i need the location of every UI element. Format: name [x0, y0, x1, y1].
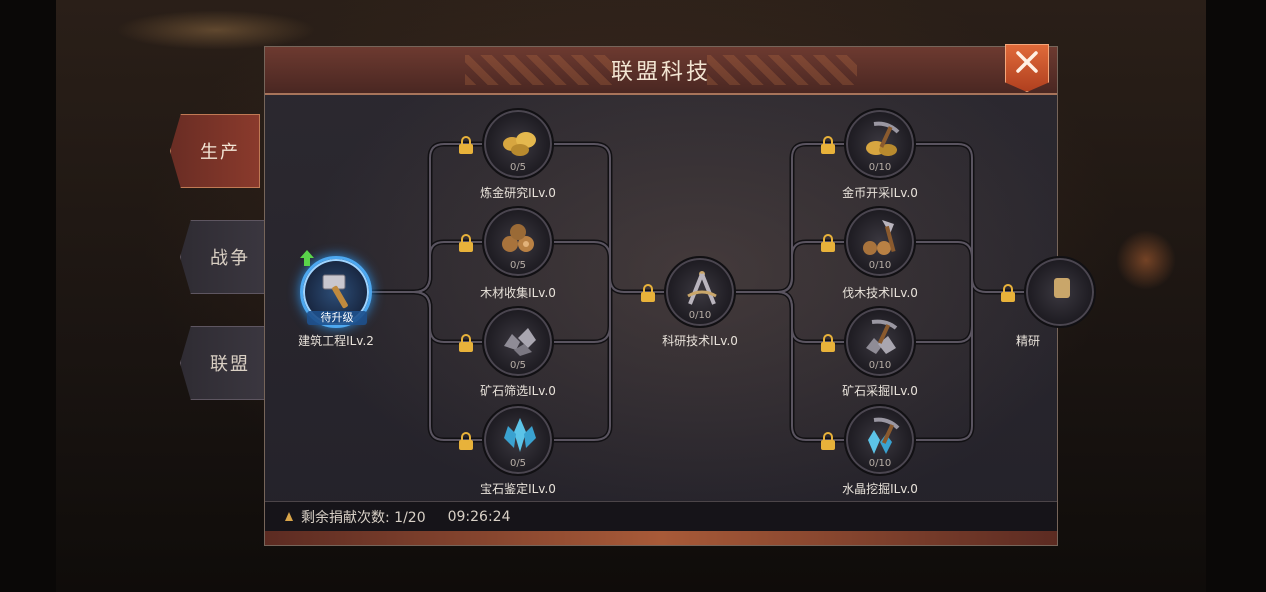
tech-label-construction: 建筑工程ⅠLv.2	[298, 334, 374, 348]
tech-label-crystal-mining: 水晶挖掘ⅠLv.0	[842, 482, 918, 496]
tech-node-ore-mining[interactable]: 0/10	[844, 306, 916, 378]
tech-node-ore-sifting[interactable]: 0/5	[482, 306, 554, 378]
upgrade-arrow-icon	[300, 250, 314, 266]
tech-progress-research: 0/10	[688, 310, 712, 321]
tech-label-alchemy: 炼金研究ⅠLv.0	[480, 186, 556, 200]
partial-tech-icon	[1054, 278, 1070, 298]
lock-icon	[459, 234, 473, 252]
tech-label-gold-mining: 金币开采ⅠLv.0	[842, 186, 918, 200]
tech-progress-gold-mining: 0/10	[868, 162, 892, 173]
tech-node-alchemy[interactable]: 0/5	[482, 108, 554, 180]
logs-icon	[502, 224, 534, 252]
lock-icon	[459, 432, 473, 450]
lock-icon	[821, 136, 835, 154]
tech-node-gem[interactable]: 0/5	[482, 404, 554, 476]
close-icon	[1016, 51, 1038, 73]
ore-pickaxe-icon	[866, 319, 898, 354]
tech-progress-crystal-mining: 0/10	[868, 458, 892, 469]
tech-label-ore-mining: 矿石采掘ⅠLv.0	[842, 384, 918, 398]
background-lantern	[1116, 230, 1176, 290]
tech-node-logging[interactable]: 0/10	[844, 206, 916, 278]
tech-label-gem: 宝石鉴定ⅠLv.0	[480, 482, 556, 496]
tab-war[interactable]: 战争	[180, 220, 270, 294]
tech-label-ore-sifting: 矿石筛选ⅠLv.0	[480, 384, 556, 398]
tech-node-refined-research[interactable]	[1024, 256, 1096, 328]
tab-production[interactable]: 生产	[170, 114, 260, 188]
tech-tree: 待升级 建筑工程ⅠLv.2 0/5 炼金研究ⅠLv.0 0/5 木材收集ⅠLv.…	[264, 46, 1096, 546]
upgrade-badge: 待升级	[307, 311, 367, 325]
tech-progress-wood: 0/5	[509, 260, 527, 271]
crystal-icon	[504, 418, 536, 452]
hammer-icon	[322, 274, 348, 309]
tech-progress-ore-mining: 0/10	[868, 360, 892, 371]
panel-title: 联盟科技	[610, 60, 711, 85]
axe-logs-icon	[863, 220, 896, 255]
tech-progress-alchemy: 0/5	[509, 162, 527, 173]
tab-war-label: 战争	[210, 248, 250, 269]
lock-icon	[821, 234, 835, 252]
tech-label-refined-research: 精研	[1016, 334, 1041, 348]
tab-alliance-label: 联盟	[210, 354, 250, 375]
lock-icon	[1001, 284, 1015, 302]
lock-icon	[641, 284, 655, 302]
compass-icon	[687, 271, 717, 305]
tech-node-crystal-mining[interactable]: 0/10	[844, 404, 916, 476]
crystal-pickaxe-icon	[868, 417, 900, 454]
tech-node-construction[interactable]: 待升级	[300, 256, 372, 328]
tech-label-logging: 伐木技术ⅠLv.0	[842, 286, 918, 300]
lock-icon	[821, 432, 835, 450]
lock-icon	[821, 334, 835, 352]
gold-pickaxe-icon	[866, 121, 900, 156]
lock-icon	[459, 334, 473, 352]
tech-node-wood[interactable]: 0/5	[482, 206, 554, 278]
tech-label-research: 科研技术ⅠLv.0	[662, 334, 738, 348]
background-light	[116, 10, 316, 50]
close-button[interactable]	[1005, 44, 1049, 92]
tech-node-research[interactable]: 0/10	[664, 256, 736, 328]
tech-label-wood: 木材收集ⅠLv.0	[480, 286, 556, 300]
tech-progress-logging: 0/10	[868, 260, 892, 271]
tech-node-gold-mining[interactable]: 0/10	[844, 108, 916, 180]
ore-icon	[504, 328, 536, 356]
lock-icon	[459, 136, 473, 154]
tech-progress-gem: 0/5	[509, 458, 527, 469]
tech-progress-ore-sifting: 0/5	[509, 360, 527, 371]
gold-nuggets-icon	[503, 132, 536, 156]
tab-production-label: 生产	[200, 142, 240, 163]
